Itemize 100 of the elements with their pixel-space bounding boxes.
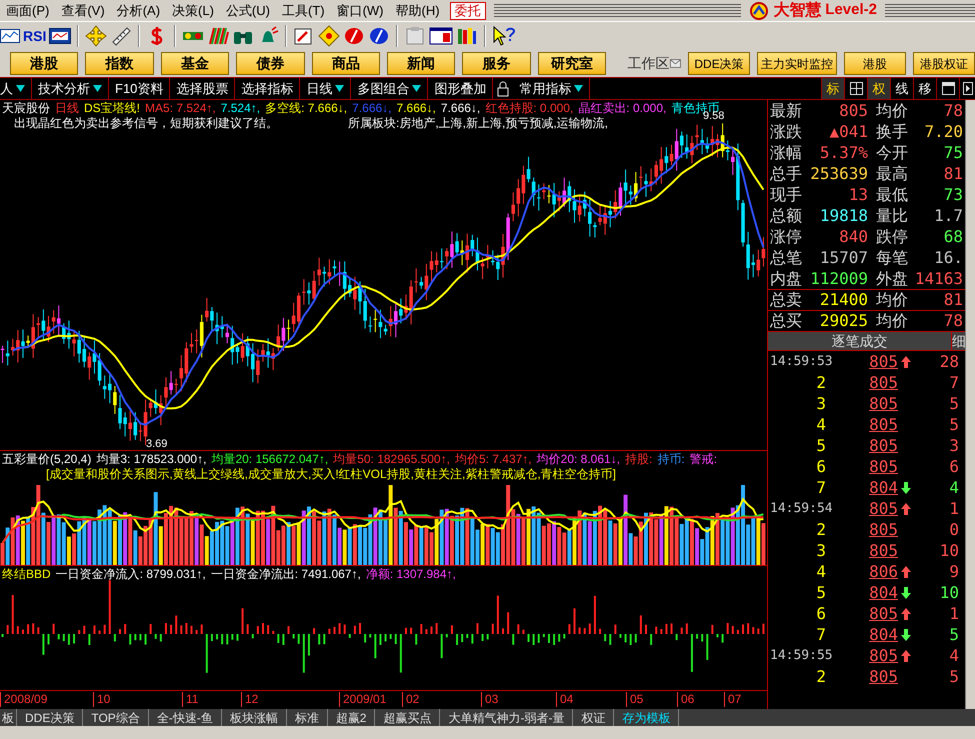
- ruler-icon[interactable]: [110, 25, 132, 47]
- legend-text: 警戒:: [690, 452, 718, 467]
- status-tab[interactable]: 存为模板: [614, 709, 680, 726]
- view-toggle[interactable]: 移: [913, 78, 936, 99]
- legend-text: 一日资金净流出: 7491.067↑,: [210, 567, 361, 582]
- chart-icon[interactable]: [0, 27, 20, 45]
- quote-label: 最低: [875, 186, 908, 202]
- quote-label: 涨跌: [769, 124, 803, 140]
- play-icon[interactable]: [962, 82, 972, 95]
- toolbar-button[interactable]: 港股: [844, 52, 906, 75]
- dropdown-icon[interactable]: [93, 84, 102, 93]
- chart-note: 出现晶红色为卖出参考信号，短期获利建议了结。: [14, 116, 278, 131]
- view-toggle[interactable]: 标: [821, 78, 844, 99]
- menu-item[interactable]: 帮助(H): [390, 0, 446, 20]
- nav-button[interactable]: 基金: [160, 52, 230, 75]
- toolbar-button[interactable]: DDE决策: [688, 52, 750, 75]
- dropdown-icon[interactable]: [16, 84, 25, 93]
- nav-button[interactable]: 指数: [85, 52, 154, 75]
- tab[interactable]: 选择股票: [170, 78, 236, 99]
- trade-price: 805: [868, 438, 898, 454]
- trade-time: 14:59:53: [769, 355, 830, 368]
- quote-label: 外盘: [875, 270, 908, 286]
- quote-label: 跌停: [875, 228, 908, 244]
- grid-icon[interactable]: [850, 82, 862, 95]
- status-tab[interactable]: 板块涨幅: [222, 709, 287, 726]
- status-tab[interactable]: 全-快速-鱼: [148, 709, 222, 726]
- menu-item[interactable]: 查看(V): [55, 0, 111, 20]
- quote-label: 均价: [875, 313, 908, 329]
- menu-item[interactable]: 窗口(W): [330, 0, 390, 20]
- rsi-icon[interactable]: RSI: [23, 29, 46, 43]
- quote-value: 19818: [818, 208, 868, 224]
- logo-icon[interactable]: [749, 2, 770, 20]
- dropdown-icon[interactable]: [412, 84, 422, 93]
- toolbar-button[interactable]: 港股权证: [913, 52, 975, 75]
- axis-label: 06: [677, 692, 694, 707]
- trade-price: 805: [868, 542, 898, 558]
- trade-volume: 5: [948, 626, 959, 642]
- trade-volume: 10: [938, 542, 959, 558]
- tab[interactable]: 选择指标: [235, 78, 300, 99]
- legend-text: 一日资金净流入: 8799.031↑,: [56, 567, 206, 582]
- tab[interactable]: 常用指标: [513, 78, 590, 99]
- striped-bars-icon[interactable]: [207, 26, 230, 46]
- legend-text: 持股:: [625, 452, 652, 467]
- tab[interactable]: 人: [0, 78, 32, 99]
- diamond-icon[interactable]: [318, 25, 340, 47]
- move-arrows-icon[interactable]: [85, 25, 108, 47]
- status-tab[interactable]: 大单精气神力-弱者-量: [440, 709, 574, 726]
- tab[interactable]: 图形叠加: [428, 78, 494, 99]
- clipboard-icon[interactable]: [404, 26, 426, 46]
- legend-text: 多空线: 7.666↓,: [265, 101, 348, 116]
- nav-button[interactable]: 新闻: [387, 52, 456, 75]
- menu-item[interactable]: 分析(A): [110, 0, 166, 20]
- menu-item[interactable]: 工具(T): [276, 0, 331, 20]
- tab[interactable]: 多图组合: [351, 78, 428, 99]
- quote-label: 内盘: [769, 270, 803, 286]
- dropdown-icon[interactable]: [335, 84, 344, 93]
- help-pointer-icon[interactable]: [492, 25, 516, 47]
- status-tab[interactable]: TOP综合: [83, 709, 149, 726]
- status-tab[interactable]: DDE决策: [17, 709, 84, 726]
- trade-volume: 9: [948, 564, 959, 580]
- trade-sequence: 3: [815, 542, 827, 558]
- tab[interactable]: 技术分析: [32, 78, 109, 99]
- brand-edition: Level-2: [825, 0, 877, 20]
- trade-volume: 5: [948, 396, 959, 412]
- chart-window-icon[interactable]: [49, 27, 72, 45]
- nav-button[interactable]: 研究室: [538, 52, 606, 75]
- status-tab[interactable]: 板: [0, 709, 17, 726]
- menu-item[interactable]: 公式(U): [220, 0, 276, 20]
- trade-price: 805: [868, 396, 898, 412]
- toolbar-button[interactable]: 主力实时监控: [757, 52, 838, 75]
- nav-button[interactable]: 服务: [462, 52, 531, 75]
- status-tab[interactable]: 标准: [286, 709, 328, 726]
- trades-tab[interactable]: 逐笔成交: [768, 332, 951, 350]
- menu-item[interactable]: 决策(L): [166, 0, 220, 20]
- menu-item[interactable]: 画面(P): [0, 0, 56, 20]
- tab[interactable]: F10资料: [109, 78, 170, 99]
- quote-value: 14163: [914, 270, 963, 286]
- legend-text: 日线: [55, 101, 79, 116]
- status-tab[interactable]: 超赢2: [328, 709, 376, 726]
- play-button[interactable]: [959, 78, 975, 99]
- nav-button[interactable]: 港股: [10, 52, 78, 75]
- envelope-icon[interactable]: [670, 58, 682, 69]
- quote-value: 253639: [809, 166, 868, 182]
- slashed-oval-icon[interactable]: [368, 26, 390, 46]
- nav-button[interactable]: 债券: [236, 52, 305, 75]
- tab[interactable]: 日线: [300, 78, 352, 99]
- view-toggle[interactable]: 权: [867, 78, 890, 99]
- axis-label: 02: [402, 692, 420, 707]
- quote-label: 涨幅: [769, 144, 803, 160]
- nav-button[interactable]: 商品: [312, 52, 380, 75]
- slashed-oval-icon[interactable]: [343, 26, 366, 46]
- entrust-button[interactable]: 委托: [450, 2, 486, 20]
- view-toggle[interactable]: 线: [890, 78, 913, 99]
- window-icon[interactable]: [429, 26, 454, 46]
- status-tab[interactable]: 超赢买点: [375, 709, 440, 726]
- quote-label: 最新: [769, 102, 803, 118]
- status-tab[interactable]: 权证: [573, 709, 614, 726]
- books-icon[interactable]: [456, 26, 478, 46]
- dropdown-icon[interactable]: [574, 84, 584, 93]
- quote-label: 总手: [769, 166, 803, 182]
